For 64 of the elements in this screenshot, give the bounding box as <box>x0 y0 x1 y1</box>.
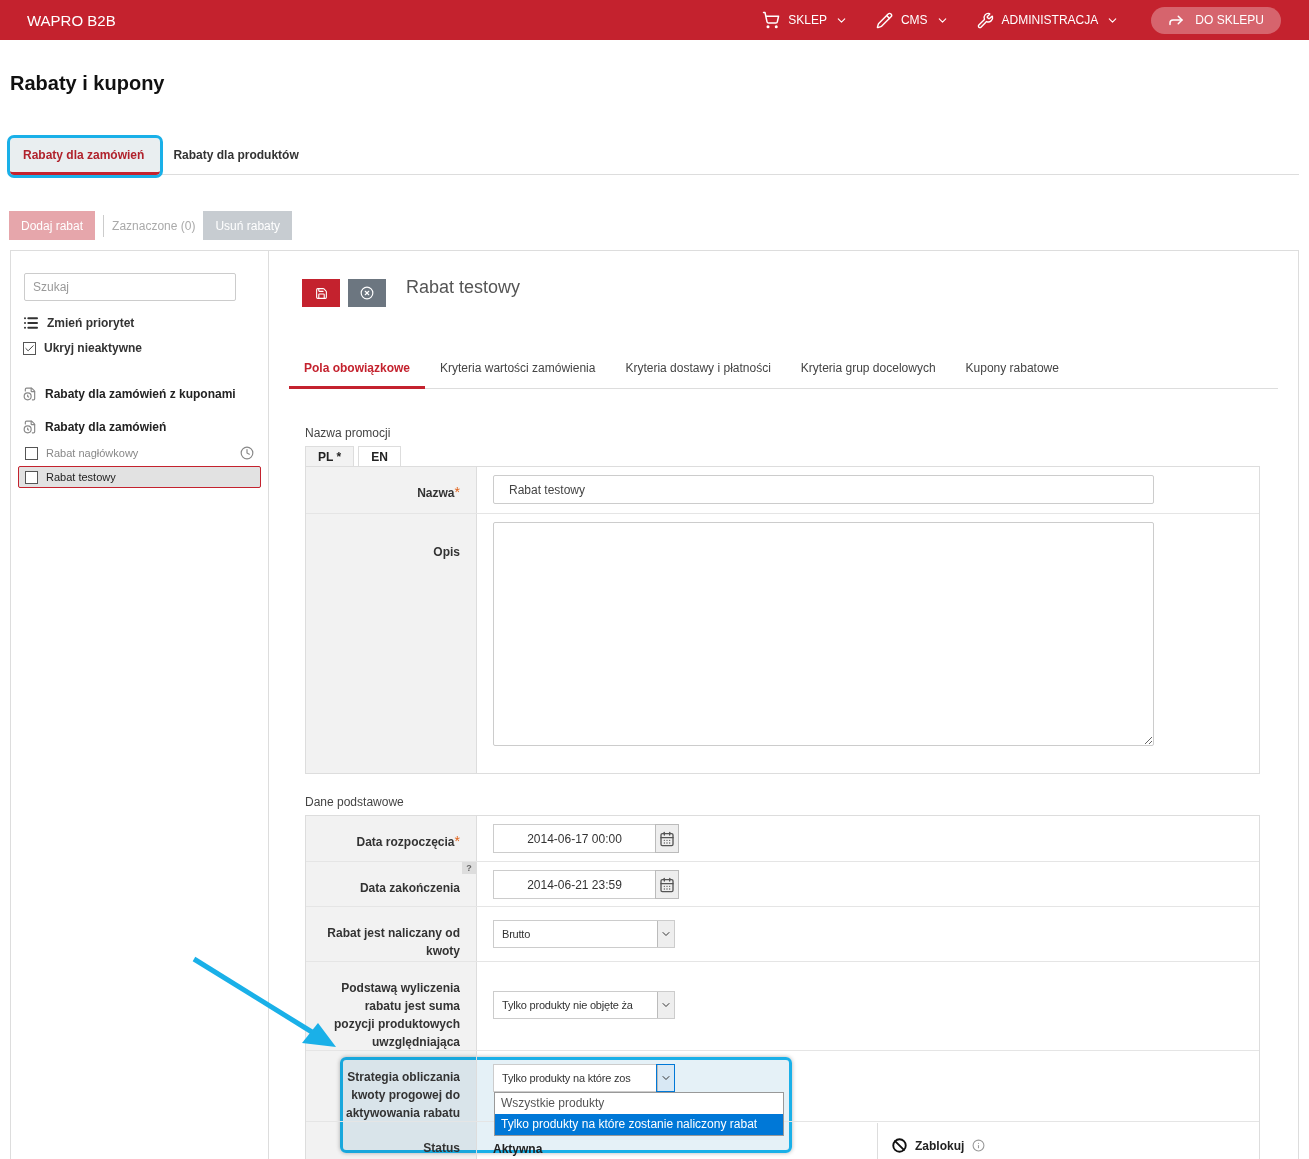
section-title: Dane podstawowe <box>305 795 405 809</box>
help-badge[interactable]: ? <box>462 862 476 874</box>
tab[interactable]: Kryteria grup docelowych <box>785 353 951 389</box>
discount-item[interactable]: Rabat testowy <box>18 466 261 488</box>
calendar-icon <box>659 830 675 847</box>
save-button[interactable] <box>302 279 340 307</box>
brand-name: WAPRO B2B <box>27 11 117 29</box>
cart-icon <box>762 11 781 29</box>
date-field[interactable]: 2014-06-21 23:59 <box>493 870 655 899</box>
checkbox[interactable] <box>23 341 36 355</box>
group-title[interactable]: Rabaty dla zamówień <box>45 420 167 434</box>
calendar-button[interactable] <box>655 870 679 899</box>
field-label: Opis <box>433 545 460 559</box>
field-label: Rabat jest naliczany od kwoty <box>327 926 460 958</box>
save-icon <box>314 286 328 300</box>
document-clock-icon <box>23 387 37 401</box>
list-icon <box>23 315 39 331</box>
check-icon <box>24 342 35 354</box>
select-field[interactable]: Tylko produkty nie objęte ża <box>493 991 675 1019</box>
wrench-icon <box>976 11 994 29</box>
field-label: Nazwa <box>417 486 455 500</box>
language-tab[interactable]: PL * <box>305 446 355 466</box>
nav-menu[interactable]: ADMINISTRACJA <box>976 11 1120 29</box>
page-title: Rabaty i kupony <box>9 71 166 96</box>
selected-count: Zaznaczone (0) <box>112 218 196 233</box>
description-field[interactable] <box>493 522 1154 746</box>
search-field[interactable]: Szukaj <box>24 273 236 301</box>
editor-title: Rabat testowy <box>406 276 521 298</box>
tab[interactable]: Pola obowiązkowe <box>289 353 426 389</box>
language-tab[interactable]: EN <box>358 446 401 466</box>
nav-menu[interactable]: CMS <box>875 11 949 29</box>
block-link[interactable]: Zablokuj <box>915 1138 965 1153</box>
info-icon <box>972 1139 986 1152</box>
field-label: Data rozpoczęcia <box>356 835 455 849</box>
tab[interactable]: Rabaty dla zamówień <box>10 138 161 175</box>
section-title: Nazwa promocji <box>305 426 392 440</box>
document-clock-icon <box>23 420 37 434</box>
close-icon <box>360 286 374 300</box>
date-field[interactable]: 2014-06-17 00:00 <box>493 824 655 853</box>
checkbox[interactable] <box>25 470 38 484</box>
field-label: Data zakończenia <box>359 881 460 895</box>
name-field[interactable]: Rabat testowy <box>493 475 1154 504</box>
tab[interactable]: Rabaty dla produktów <box>160 148 315 175</box>
pencil-icon <box>875 11 893 29</box>
nav-menu[interactable]: SKLEP <box>762 11 848 29</box>
group-title[interactable]: Rabaty dla zamówień z kuponami <box>45 387 236 401</box>
dropdown-option[interactable]: Tylko produkty na które zostanie naliczony rabat <box>495 1114 783 1135</box>
field-label: Strategia obliczania kwoty progowej do aktywowania rabatu <box>345 1070 460 1120</box>
tab[interactable]: Kryteria wartości zamówienia <box>425 353 611 389</box>
cancel-button[interactable] <box>348 279 386 307</box>
checkbox[interactable] <box>25 446 38 460</box>
tab[interactable]: Kryteria dostawy i płatności <box>610 353 786 389</box>
checkbox-label: Ukryj nieaktywne <box>44 341 143 355</box>
tab[interactable]: Kupony rabatowe <box>950 353 1074 389</box>
field-label: Podstawą wyliczenia rabatu jest suma pozycji produktowych uwzględniająca <box>334 981 460 1049</box>
calendar-button[interactable] <box>655 824 679 853</box>
required-mark: * <box>454 484 460 500</box>
priority-link[interactable]: Zmień priorytet <box>47 316 135 330</box>
select-field[interactable]: Brutto <box>493 920 675 948</box>
required-mark: * <box>454 833 460 849</box>
shop-button[interactable]: DO SKLEPU <box>1151 6 1281 34</box>
block-icon <box>892 1138 907 1153</box>
calendar-icon <box>659 876 675 893</box>
discount-item[interactable]: Rabat nagłówkowy <box>18 442 261 464</box>
